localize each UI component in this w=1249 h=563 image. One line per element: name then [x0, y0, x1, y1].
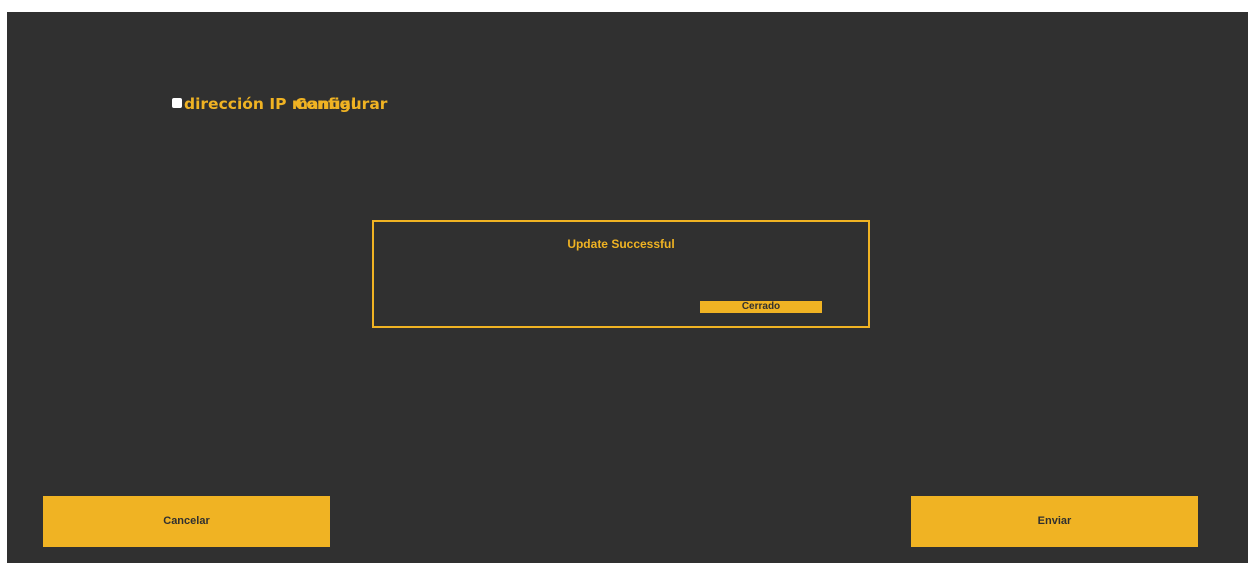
configure-label: Configurar [295, 95, 388, 113]
manual-ip-checkbox[interactable] [172, 98, 182, 108]
dialog-message: Update Successful [567, 237, 675, 251]
manual-ip-row: dirección IP manual Configurar [172, 94, 432, 114]
config-screen: dirección IP manual Configurar Update Su… [7, 12, 1248, 563]
cancel-button[interactable]: Cancelar [43, 496, 330, 547]
close-button[interactable]: Cerrado [700, 301, 822, 313]
submit-button[interactable]: Enviar [911, 496, 1198, 547]
update-dialog: Update Successful Cerrado [372, 220, 870, 328]
